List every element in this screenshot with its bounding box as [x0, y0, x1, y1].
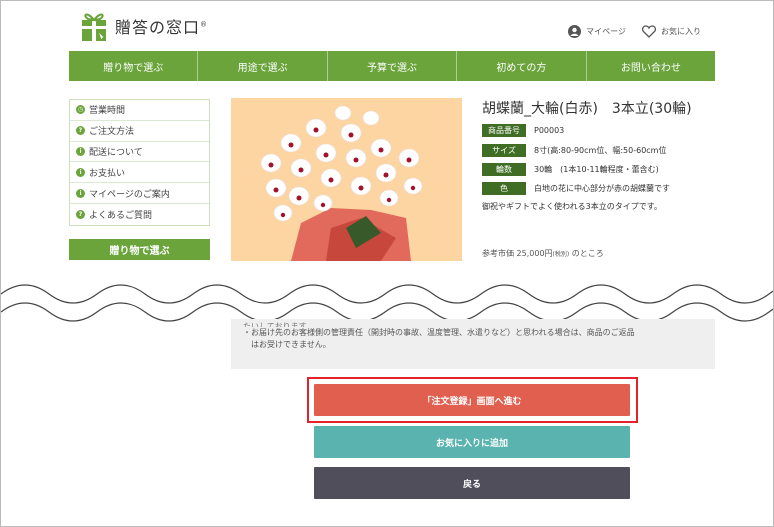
notice-box: たいしております。 ・お届け先のお客様側の管理責任（開封時の事故、温度管理、水遣… — [231, 319, 715, 369]
product-image — [231, 98, 462, 261]
sidebar-item-hours[interactable]: ◷ 営業時間 — [70, 100, 209, 121]
page-frame: 贈答の窓口® マイページ お気に入り 贈り物で選ぶ 用途で選ぶ 予算で選ぶ 初め… — [0, 0, 774, 527]
sidebar-item-faq[interactable]: ? よくあるご質問 — [70, 204, 209, 225]
wavy-cut-divider — [1, 283, 773, 325]
mypage-link[interactable]: マイページ — [568, 25, 626, 38]
header-links: マイページ お気に入り — [568, 25, 701, 38]
favorites-link[interactable]: お気に入り — [642, 25, 701, 38]
info-icon: i — [76, 146, 85, 156]
sidebar-item-order-method[interactable]: ? ご注文方法 — [70, 121, 209, 142]
back-button[interactable]: 戻る — [314, 467, 630, 499]
sidebar-item-label: ご注文方法 — [89, 127, 135, 138]
sidebar-item-label: 営業時間 — [89, 106, 126, 117]
nav-item-first-time[interactable]: 初めての方 — [457, 51, 587, 81]
main-nav: 贈り物で選ぶ 用途で選ぶ 予算で選ぶ 初めての方 お問い合わせ — [69, 51, 715, 81]
spec-value: 8寸(高:80-90cm位、幅:50-60cm位 — [534, 146, 667, 155]
logo-text: 贈答の窓口® — [115, 18, 209, 37]
question-icon: ? — [76, 209, 85, 219]
reference-price: 参考市価 25,000円(税別) のところ — [482, 249, 604, 258]
spec-label: サイズ — [482, 144, 526, 157]
spec-value: P00003 — [534, 126, 565, 135]
clock-icon: ◷ — [76, 105, 85, 115]
gift-logo-icon — [82, 13, 106, 41]
user-icon — [568, 25, 582, 38]
sidebar-gift-button[interactable]: 贈り物で選ぶ — [69, 239, 210, 260]
sidebar-item-label: お支払い — [89, 168, 126, 179]
spec-row-size: サイズ 8寸(高:80-90cm位、幅:50-60cm位 — [482, 144, 666, 157]
sidebar-item-label: 配送について — [89, 147, 143, 158]
nav-item-budget[interactable]: 予算で選ぶ — [328, 51, 458, 81]
sidebar-item-label: マイページのご案内 — [89, 189, 170, 200]
sidebar: ◷ 営業時間 ? ご注文方法 i 配送について i お支払い i マイページのご… — [69, 99, 210, 226]
notice-line: はお受けできません。 — [251, 340, 331, 349]
info-icon: i — [76, 188, 85, 198]
nav-item-gift[interactable]: 贈り物で選ぶ — [69, 51, 199, 81]
spec-row-color: 色 白地の花に中心部分が赤の胡蝶蘭です — [482, 182, 670, 195]
product-description: 御祝やギフトでよく使われる3本立のタイプです。 — [482, 202, 662, 211]
order-registration-button[interactable]: 「注文登録」画面へ進む — [314, 384, 630, 416]
heart-icon — [642, 25, 656, 38]
nav-item-purpose[interactable]: 用途で選ぶ — [198, 51, 328, 81]
sidebar-item-mypage-guide[interactable]: i マイページのご案内 — [70, 183, 209, 204]
site-logo[interactable]: 贈答の窓口® — [79, 9, 208, 43]
spec-value: 30輪 (1本10-11輪程度・蕾含む) — [534, 165, 659, 174]
add-to-favorites-button[interactable]: お気に入りに追加 — [314, 426, 630, 458]
sidebar-item-label: よくあるご質問 — [89, 210, 153, 221]
spec-label: 商品番号 — [482, 124, 526, 137]
info-icon: i — [76, 167, 85, 177]
spec-label: 輪数 — [482, 163, 526, 176]
favorites-label: お気に入り — [661, 27, 701, 36]
spec-label: 色 — [482, 182, 526, 195]
sidebar-item-delivery[interactable]: i 配送について — [70, 142, 209, 163]
nav-item-contact[interactable]: お問い合わせ — [587, 51, 715, 81]
sidebar-item-payment[interactable]: i お支払い — [70, 162, 209, 184]
spec-row-product-number: 商品番号 P00003 — [482, 124, 564, 137]
spec-row-bloom-count: 輪数 30輪 (1本10-11輪程度・蕾含む) — [482, 163, 659, 176]
product-title: 胡蝶蘭_大輪(白赤) 3本立(30輪) — [482, 101, 692, 117]
notice-line: ・お届け先のお客様側の管理責任（開封時の事故、温度管理、水遣りなど）と思われる場… — [243, 328, 635, 337]
mypage-label: マイページ — [586, 27, 626, 36]
spec-value: 白地の花に中心部分が赤の胡蝶蘭です — [534, 184, 670, 193]
question-icon: ? — [76, 126, 85, 136]
